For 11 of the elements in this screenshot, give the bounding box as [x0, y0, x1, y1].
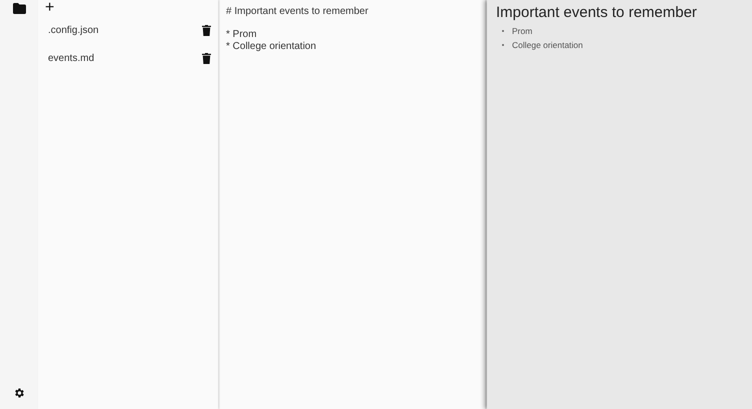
- editor-field[interactable]: # Important events to remember * Prom * College orientation: [220, 0, 485, 58]
- delete-icon[interactable]: [202, 24, 211, 36]
- settings-icon[interactable]: [13, 387, 25, 399]
- bullet-text: College orientation: [512, 40, 583, 50]
- file-name[interactable]: .config.json: [48, 24, 99, 36]
- add-file-button[interactable]: +: [45, 1, 54, 15]
- bullet-text: Prom: [512, 26, 532, 36]
- delete-icon[interactable]: [202, 52, 211, 64]
- preview-heading: Important events to remember: [496, 4, 698, 21]
- folder-icon[interactable]: [12, 3, 26, 14]
- file-name[interactable]: events.md: [48, 52, 94, 64]
